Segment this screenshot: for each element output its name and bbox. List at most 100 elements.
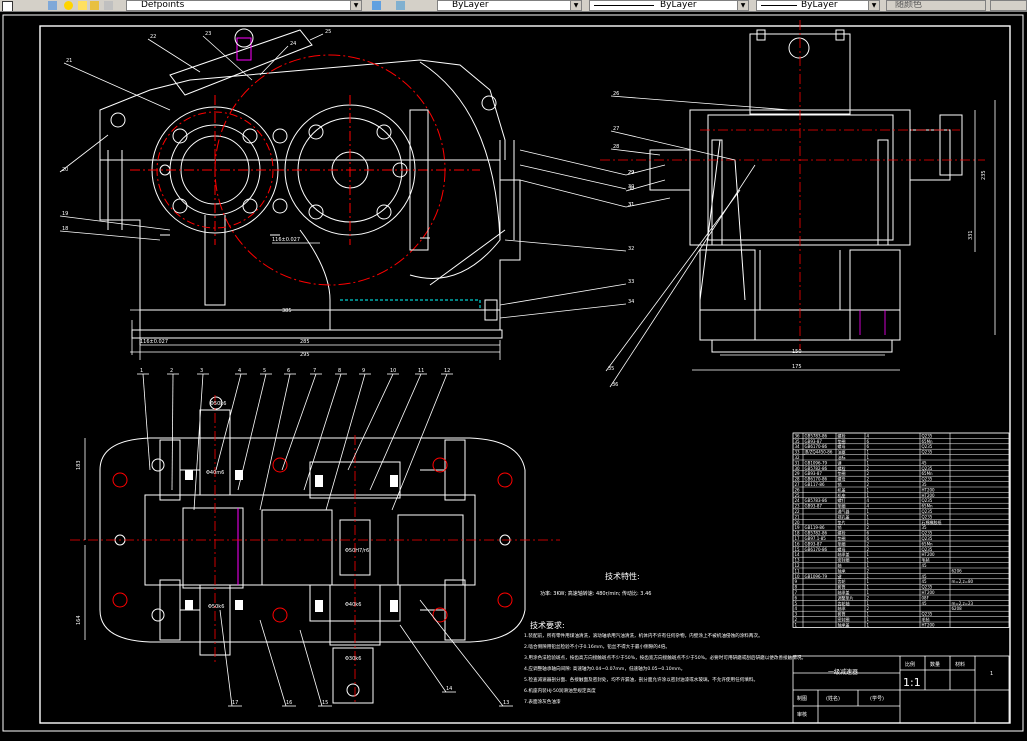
parts-table-cell: m=2,z=23 [952,601,974,606]
scale-label: 比例 [905,661,915,668]
parts-table-cell: HT200 [922,487,936,492]
parts-table-cell: 套筒 [838,584,846,590]
layer-properties-icon[interactable] [48,1,57,10]
parts-table-cell: 2 [867,568,870,573]
dim-text: 183 [76,460,82,470]
callout-leader [59,230,161,241]
layer-dropdown[interactable]: Defpoints ▼ [126,0,362,11]
callout-leader [325,373,366,511]
parts-table-cell: 1 [867,585,870,590]
parts-table-cell: Q235 [922,514,933,519]
parts-table-cell: 2 [867,525,870,530]
sheet-border [2,14,1024,732]
layer-color-icon[interactable] [104,1,113,10]
callout-11: 11 [369,368,427,491]
parts-table-cell: Q235 [922,477,933,482]
callout-leader [504,239,627,252]
plotstyle-dropdown[interactable]: 随颜色 [886,0,986,11]
dim-text: 295 [300,352,310,358]
callout-32: 32 [504,239,634,252]
parts-table-row: 5 齿轮轴 1 45 m=2,z=23 [793,600,1009,606]
parts-table-cell: 通气器 [838,508,850,514]
layer-previous-icon[interactable] [396,1,405,10]
spec-title: 技术特性: [605,571,640,581]
parts-table-cell: 36 [795,433,801,438]
chevron-down-icon[interactable]: ▼ [350,1,361,10]
parts-table-cell: 轴承 [838,605,846,611]
dim-text: 385 [282,308,292,314]
parts-table-cell: HT200 [922,552,936,557]
parts-table-cell: 31 [795,460,801,465]
parts-table-cell: 28 [795,477,801,482]
parts-table-cell: 6208 [952,606,963,611]
parts-table-cell: GB1096-79 [805,460,828,465]
parts-table-row: 35 GB93-87 垫圈 6 65Mn [793,438,1009,444]
callout-27: 27 [610,126,736,161]
parts-table-row: 21 视孔盖 1 Q235 [793,513,1009,519]
parts-table-cell: 垫圈 [838,535,846,541]
callout-1: 1 [137,368,151,471]
parts-table-cell: 垫圈 [838,540,846,546]
callout-12: 12 [391,368,453,511]
callout-9: 9 [325,368,371,511]
callout-label: 13 [503,700,509,706]
callout-label: 25 [325,29,331,35]
parts-table-cell: 1 [867,612,870,617]
callout-18: 18 [59,226,161,241]
callout-label: 26 [613,91,619,97]
linetype-dropdown[interactable]: ByLayer ▼ [589,0,749,11]
callout-20: 20 [59,134,109,173]
callout-label: 31 [628,202,634,208]
parts-table-cell: GB5782-86 [805,466,828,471]
dim-text: Φ50k6 [210,401,226,407]
color-dropdown[interactable]: ByLayer ▼ [437,0,582,11]
callout-leader [171,373,174,491]
parts-table-cell: 密封圈 [838,557,850,563]
chevron-down-icon[interactable]: ▼ [570,1,581,10]
make-object-layer-current-icon[interactable] [372,1,381,10]
layer-on-bulb-icon[interactable] [64,1,73,10]
parts-table-row: 1 轴承盖 1 HT200 [793,621,1009,627]
parts-table-cell: HT200 [922,590,936,595]
side-view [649,29,963,353]
parts-table-cell: 45 [922,579,928,584]
parts-table-cell: 2 [867,547,870,552]
callout-label: 33 [628,279,634,285]
callout-leader [142,373,151,471]
parts-table-row: 6 调整垫片 2 08F [793,594,1009,600]
parts-table-cell: 油标 [838,454,846,460]
layer-lock-icon[interactable] [90,1,99,10]
parts-table-cell: 24 [795,498,801,503]
parts-table-cell: 1 [867,460,870,465]
drawing-svg[interactable]: 116±0.027 285 295 385 116±0.027 2122 2324… [0,12,1027,737]
callout-label: 14 [446,686,452,692]
parts-table-row: 30 GB5782-86 螺栓 2 Q235 [793,465,1009,471]
front-view-dims [130,242,501,360]
parts-table-cell: 1 [867,590,870,595]
drawing-canvas[interactable]: 116±0.027 285 295 385 116±0.027 21 22 23 24… [0,12,1027,737]
layer-thaw-sun-icon[interactable] [78,1,87,10]
callout-label: 11 [418,368,424,374]
callout-label: 36 [612,382,618,388]
parts-table-cell: 机盖 [838,486,846,492]
parts-table-cell: 石棉橡胶纸 [922,519,942,525]
chevron-down-icon[interactable]: ▼ [868,1,879,10]
parts-table-cell: 2 [867,606,870,611]
chevron-down-icon[interactable]: ▼ [737,1,748,10]
parts-table-cell: 3 [795,612,798,617]
callout-label: 30 [628,186,634,192]
parts-table-cell: 12 [795,563,801,568]
callout-label: 29 [628,170,634,176]
callout-leader [369,373,422,491]
callout-label: 6 [287,368,290,374]
parts-table-cell: 45 [922,574,928,579]
lineweight-dropdown[interactable]: ByLayer ▼ [756,0,880,11]
layer-manager-icon[interactable] [2,1,13,11]
parts-table-row: 32 油标 1 [793,454,1009,460]
parts-table-cell: 键 [838,573,842,579]
callout-30: 30 [519,164,634,190]
parts-table-cell: 18 [795,531,801,536]
callout-label: 17 [232,700,238,706]
callout-leader [59,215,171,231]
parts-table-row: 8 套筒 1 Q235 [793,584,1009,590]
